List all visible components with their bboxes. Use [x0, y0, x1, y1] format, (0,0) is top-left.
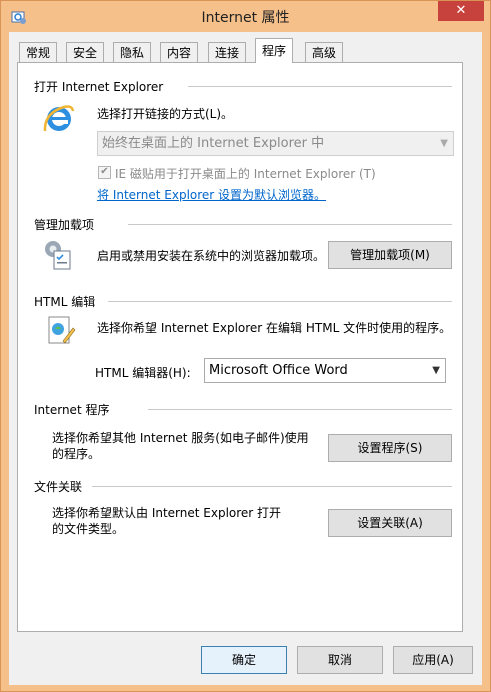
dialog-window: Internet 属性 ✕ 常规 安全 隐私 内容 连接 程序 高级 打开 In… — [0, 0, 491, 692]
tab-general[interactable]: 常规 — [19, 42, 58, 62]
chevron-down-icon: ▼ — [432, 365, 440, 376]
addons-description: 启用或禁用安装在系统中的浏览器加载项。 — [97, 249, 326, 263]
group-divider — [188, 86, 452, 87]
html-editor-select[interactable]: Microsoft Office Word ▼ — [204, 358, 446, 383]
window-title: Internet 属性 — [201, 10, 290, 26]
assoc-description-line2: 的文件类型。 — [52, 522, 125, 536]
open-ie-group-title: 打开 Internet Explorer — [34, 80, 164, 94]
set-associations-button[interactable]: 设置关联(A) — [328, 509, 452, 537]
set-default-browser-link[interactable]: 将 Internet Explorer 设置为默认浏览器。 — [97, 186, 326, 203]
title-bar: Internet 属性 ✕ — [1, 1, 490, 32]
tile-checkbox[interactable]: ✔ — [98, 166, 111, 179]
manage-addons-button[interactable]: 管理加载项(M) — [328, 241, 452, 269]
apply-button[interactable]: 应用(A) — [393, 646, 473, 674]
ie-logo-icon — [42, 101, 76, 138]
dialog-client: 常规 安全 隐私 内容 连接 程序 高级 打开 Internet Explore… — [9, 32, 482, 685]
html-editor-label: HTML 编辑器(H): — [95, 366, 191, 380]
tab-advanced[interactable]: 高级 — [305, 42, 344, 62]
group-divider — [148, 409, 452, 410]
open-links-select[interactable]: 始终在桌面上的 Internet Explorer 中 ▼ — [97, 131, 454, 156]
tab-connections[interactable]: 连接 — [208, 42, 247, 62]
assoc-description-line1: 选择你希望默认由 Internet Explorer 打开 — [52, 506, 282, 520]
tab-programs[interactable]: 程序 — [255, 38, 294, 63]
html-edit-icon — [46, 314, 76, 351]
html-editor-select-value: Microsoft Office Word — [209, 363, 348, 378]
chevron-down-icon: ▼ — [440, 138, 448, 149]
programs-group-title: Internet 程序 — [34, 403, 110, 417]
set-programs-button[interactable]: 设置程序(S) — [328, 434, 452, 462]
tab-content[interactable]: 内容 — [160, 42, 199, 62]
group-divider — [128, 224, 452, 225]
tab-security[interactable]: 安全 — [66, 42, 105, 62]
addons-group-title: 管理加载项 — [34, 218, 95, 232]
tab-privacy[interactable]: 隐私 — [113, 42, 152, 62]
choose-open-label: 选择打开链接的方式(L)。 — [97, 107, 234, 121]
cancel-button[interactable]: 取消 — [297, 646, 383, 674]
assoc-group-title: 文件关联 — [34, 480, 83, 494]
group-divider — [92, 486, 452, 487]
programs-description-line1: 选择你希望其他 Internet 服务(如电子邮件)使用 — [52, 431, 309, 445]
html-edit-group-title: HTML 编辑 — [34, 295, 96, 309]
programs-panel: 打开 Internet Explorer 选择打开链接的方式(L)。 始终在桌面… — [17, 62, 463, 632]
ok-button[interactable]: 确定 — [201, 646, 287, 674]
html-edit-description: 选择你希望 Internet Explorer 在编辑 HTML 文件时使用的程… — [97, 321, 452, 335]
open-links-select-value: 始终在桌面上的 Internet Explorer 中 — [102, 136, 325, 151]
addons-icon — [42, 238, 76, 275]
close-button[interactable]: ✕ — [438, 1, 484, 21]
programs-description-line2: 的程序。 — [52, 447, 101, 461]
tile-checkbox-label: IE 磁贴用于打开桌面上的 Internet Explorer (T) — [115, 167, 376, 181]
group-divider — [108, 301, 452, 302]
